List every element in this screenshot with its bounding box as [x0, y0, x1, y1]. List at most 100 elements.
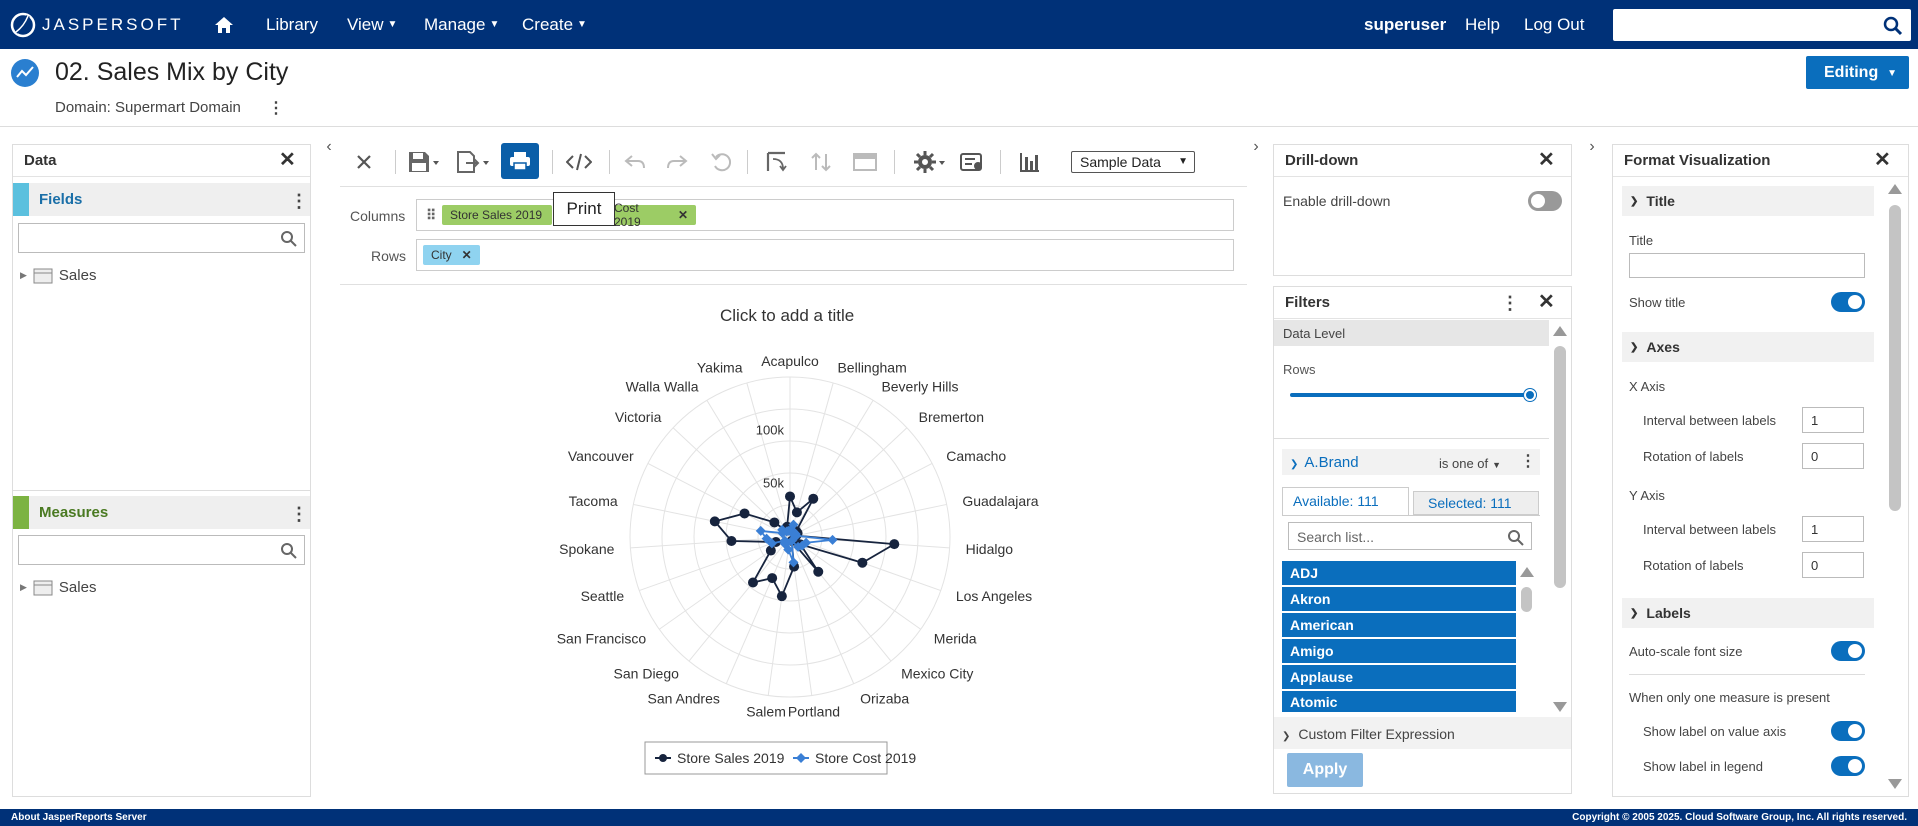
format-scroll-down-icon[interactable]	[1888, 779, 1902, 789]
measures-tree-item-sales[interactable]: ▶ Sales	[20, 579, 96, 596]
list-item[interactable]: ADJ	[1282, 561, 1516, 585]
tab-available[interactable]: Available: 111	[1282, 487, 1409, 515]
list-item[interactable]: Atomic	[1282, 691, 1516, 712]
options-menu-button[interactable]	[914, 148, 946, 176]
data-level-slider-track[interactable]	[1290, 393, 1530, 397]
drag-handle-icon[interactable]: ⠿	[426, 207, 436, 224]
chart-title-placeholder[interactable]: Click to add a title	[720, 306, 854, 326]
fields-menu-kebab-icon[interactable]: ⋮	[290, 192, 308, 210]
undo-button[interactable]	[624, 148, 646, 176]
data-point-store-sales[interactable]	[813, 566, 824, 577]
remove-pill-close-icon[interactable]: ✕	[462, 248, 472, 262]
logout-link[interactable]: Log Out	[1524, 0, 1585, 49]
data-point-store-sales[interactable]	[769, 517, 780, 528]
filters-scrollbar-thumb[interactable]	[1554, 346, 1566, 588]
layout-button[interactable]	[853, 148, 877, 176]
remove-pill-close-icon[interactable]: ✕	[678, 208, 688, 222]
code-view-button[interactable]	[566, 148, 592, 176]
filters-close-icon[interactable]: ✕	[1538, 292, 1555, 312]
data-point-store-sales[interactable]	[791, 507, 802, 518]
list-item[interactable]: Akron	[1282, 587, 1516, 611]
search-icon[interactable]	[280, 542, 298, 560]
search-icon[interactable]	[280, 230, 298, 248]
list-item[interactable]: Applause	[1282, 665, 1516, 689]
tab-selected[interactable]: Selected: 111	[1413, 491, 1539, 515]
data-point-store-sales[interactable]	[889, 539, 900, 550]
custom-filter-expression[interactable]: ❯ Custom Filter Expression	[1274, 717, 1571, 749]
editing-mode-button[interactable]: Editing ▼	[1806, 56, 1909, 89]
data-point-store-sales[interactable]	[747, 577, 758, 588]
format-scrollbar-thumb[interactable]	[1889, 205, 1901, 511]
jaspersoft-logo[interactable]: JASPERSOFT	[10, 10, 183, 40]
expand-arrow-icon[interactable]: ▶	[20, 582, 27, 593]
nav-create-menu[interactable]: Create ▼	[522, 0, 587, 49]
list-scroll-up-icon[interactable]	[1520, 567, 1534, 577]
redo-button[interactable]	[666, 148, 688, 176]
undo-all-button[interactable]	[711, 148, 733, 176]
pivot-button[interactable]	[765, 148, 787, 176]
search-icon[interactable]	[1507, 529, 1525, 547]
global-search-input[interactable]	[1613, 9, 1911, 41]
data-point-store-sales[interactable]	[726, 536, 737, 547]
close-editor-button[interactable]	[355, 148, 373, 176]
data-level-slider-thumb[interactable]	[1524, 389, 1536, 401]
list-item[interactable]: American	[1282, 613, 1516, 637]
save-button[interactable]	[408, 148, 440, 176]
rows-pill-city[interactable]: City ✕	[423, 245, 480, 265]
chart-type-button[interactable]	[1019, 148, 1041, 176]
data-point-store-sales[interactable]	[785, 491, 795, 502]
measures-section-header[interactable]: Measures	[13, 496, 310, 529]
domain-menu-kebab-icon[interactable]: ⋮	[268, 98, 284, 118]
data-panel-close-icon[interactable]: ✕	[279, 150, 296, 170]
show-legend-toggle[interactable]	[1831, 756, 1865, 776]
show-title-toggle[interactable]	[1831, 292, 1865, 312]
legend-label[interactable]: Store Cost 2019	[815, 750, 916, 766]
export-button[interactable]	[456, 148, 490, 176]
format-section-labels[interactable]: ❯ Labels	[1622, 598, 1874, 628]
filters-menu-kebab-icon[interactable]: ⋮	[1501, 294, 1519, 312]
collapse-left-panel-icon[interactable]: ‹	[322, 138, 336, 162]
format-section-axes[interactable]: ❯ Axes	[1622, 332, 1874, 362]
nav-view-menu[interactable]: View ▼	[347, 0, 397, 49]
format-scroll-up-icon[interactable]	[1888, 184, 1902, 194]
title-input[interactable]	[1629, 253, 1865, 278]
brand-search-input[interactable]: Search list...	[1288, 522, 1532, 550]
nav-manage-menu[interactable]: Manage ▼	[424, 0, 499, 49]
measures-search-input[interactable]	[18, 535, 305, 565]
drilldown-close-icon[interactable]: ✕	[1538, 150, 1555, 170]
autoscale-toggle[interactable]	[1831, 641, 1865, 661]
y-interval-input[interactable]: 1	[1802, 516, 1864, 542]
collapse-format-panel-icon[interactable]: ›	[1585, 138, 1599, 162]
print-button[interactable]	[501, 143, 539, 179]
legend-label[interactable]: Store Sales 2019	[677, 750, 785, 766]
list-item[interactable]: Amigo	[1282, 639, 1516, 663]
about-link[interactable]: About JasperReports Server	[11, 812, 147, 823]
brand-filter-kebab-icon[interactable]: ⋮	[1520, 454, 1536, 470]
rows-drop-zone[interactable]	[416, 239, 1234, 271]
fields-section-header[interactable]: Fields	[13, 183, 310, 216]
format-section-title[interactable]: ❯ Title	[1622, 186, 1874, 216]
filters-scroll-down-icon[interactable]	[1553, 702, 1567, 712]
data-point-store-sales[interactable]	[808, 493, 819, 504]
search-icon[interactable]	[1883, 16, 1903, 36]
list-scrollbar-thumb[interactable]	[1521, 587, 1532, 612]
columns-pill-store-cost[interactable]: Cost 2019 ✕	[608, 201, 696, 229]
nav-library[interactable]: Library	[266, 0, 318, 49]
apply-button[interactable]: Apply	[1287, 753, 1363, 787]
collapse-drilldown-panel-icon[interactable]: ›	[1249, 138, 1263, 162]
x-interval-input[interactable]: 1	[1802, 407, 1864, 433]
show-value-axis-toggle[interactable]	[1831, 721, 1865, 741]
format-close-icon[interactable]: ✕	[1874, 150, 1891, 170]
data-point-store-sales[interactable]	[739, 508, 750, 519]
fields-tree-item-sales[interactable]: ▶ Sales	[20, 267, 96, 284]
home-button[interactable]	[214, 0, 234, 49]
user-name[interactable]: superuser	[1364, 0, 1446, 49]
data-point-store-cost[interactable]	[827, 534, 838, 545]
data-point-store-sales[interactable]	[767, 573, 778, 584]
data-source-select[interactable]: Sample Data ▼	[1071, 151, 1195, 173]
x-rotation-input[interactable]: 0	[1802, 443, 1864, 469]
fields-search-input[interactable]	[18, 223, 305, 253]
data-point-store-sales[interactable]	[776, 591, 787, 602]
expand-arrow-icon[interactable]: ▶	[20, 270, 27, 281]
data-point-store-sales[interactable]	[857, 557, 868, 568]
